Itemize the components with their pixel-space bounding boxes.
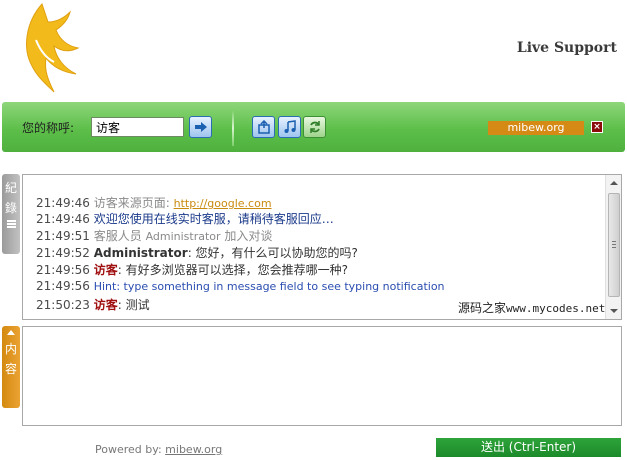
music-note-icon — [284, 120, 296, 133]
message-text: : 您好，有什么可以协助您的吗? — [187, 246, 358, 260]
chat-message: 21:49:52 Administrator: 您好，有什么可以协助您的吗? — [36, 244, 358, 261]
powered-by: Powered by: mibew.org — [95, 443, 222, 456]
nickname-label: 您的称呼: — [22, 121, 75, 135]
triangle-up-icon — [7, 330, 15, 335]
mail-history-button[interactable] — [252, 116, 275, 138]
message-time: 21:49:56 — [36, 279, 90, 293]
nickname-input[interactable] — [91, 117, 184, 137]
chat-message: 21:50:23 访客: 测试 — [36, 296, 150, 313]
chat-message: 21:49:56 访客: 有好多浏览器可以选择，您会推荐哪一种? — [36, 261, 348, 278]
change-name-button[interactable] — [189, 116, 212, 138]
message-sender: 访客 — [93, 298, 118, 312]
message-text: 客服人员 — [93, 229, 146, 243]
site-badge[interactable]: mibew.org — [488, 121, 584, 135]
message-text: : 测试 — [117, 298, 150, 312]
message-text: : 有好多浏览器可以选择，您会推荐哪一种? — [117, 263, 348, 277]
message-time: 21:49:52 — [36, 246, 90, 260]
send-button[interactable]: 送出 (Ctrl-Enter) — [436, 438, 621, 457]
chat-message: 21:49:46 访客来源页面: http://google.com — [36, 194, 272, 211]
history-tab-char-1: 紀 — [4, 181, 17, 195]
chat-message: 21:49:56 Hint: type something in message… — [36, 279, 445, 293]
message-side-tab[interactable]: 内 容 — [2, 326, 20, 408]
message-time: 21:50:23 — [36, 298, 90, 312]
refresh-button[interactable] — [303, 116, 326, 138]
history-tab-char-2: 錄 — [4, 201, 17, 215]
message-time: 21:49:51 — [36, 229, 90, 243]
message-text: Hint: type something in message field to… — [93, 280, 445, 293]
page-title: Live Support — [516, 40, 617, 56]
history-side-tab[interactable]: 紀 錄 — [2, 174, 20, 254]
chat-message: 21:49:51 客服人员 Administrator 加入对谈 — [36, 227, 272, 244]
powered-by-label: Powered by: — [95, 443, 166, 456]
mail-icon — [257, 120, 270, 134]
message-text: 欢迎您使用在线实时客服，请稍待客服回应… — [93, 212, 334, 226]
agent-name: Administrator — [145, 230, 221, 243]
refresh-icon — [309, 121, 320, 133]
scroll-down-icon[interactable] — [610, 309, 618, 313]
referrer-link[interactable]: http://google.com — [174, 197, 272, 210]
close-chat-button[interactable]: × — [591, 121, 603, 133]
powered-by-link[interactable]: mibew.org — [165, 443, 222, 456]
scroll-thumb[interactable] — [608, 193, 620, 297]
message-sender: Administrator — [93, 246, 188, 260]
watermark: 源码之家www.mycodes.net — [458, 299, 605, 316]
toolbar-separator — [232, 110, 234, 146]
watermark-url: www.mycodes.net — [506, 302, 606, 315]
message-tab-char-1: 内 — [4, 342, 17, 356]
mibew-logo — [26, 3, 80, 93]
chat-scrollbar[interactable] — [605, 175, 621, 319]
arrow-right-icon — [194, 122, 207, 132]
toolbar: 您的称呼: mibew.org × — [2, 102, 625, 152]
message-time: 21:49:46 — [36, 212, 90, 226]
chat-message: 21:49:46 欢迎您使用在线实时客服，请稍待客服回应… — [36, 210, 334, 227]
chat-log[interactable]: 21:49:46 访客来源页面: http://google.com 21:49… — [22, 174, 622, 320]
grip-icon — [612, 241, 616, 248]
watermark-text: 源码之家 — [458, 301, 507, 315]
message-time: 21:49:56 — [36, 263, 90, 277]
message-input[interactable] — [22, 326, 622, 426]
message-time: 21:49:46 — [36, 196, 90, 210]
sound-toggle-button[interactable] — [278, 116, 301, 138]
message-text: 加入对谈 — [220, 229, 273, 243]
menu-lines-icon — [6, 220, 16, 228]
message-tab-char-2: 容 — [4, 362, 17, 376]
message-sender: 访客 — [93, 263, 118, 277]
scroll-up-icon[interactable] — [610, 181, 618, 185]
message-text: 访客来源页面: — [93, 196, 174, 210]
